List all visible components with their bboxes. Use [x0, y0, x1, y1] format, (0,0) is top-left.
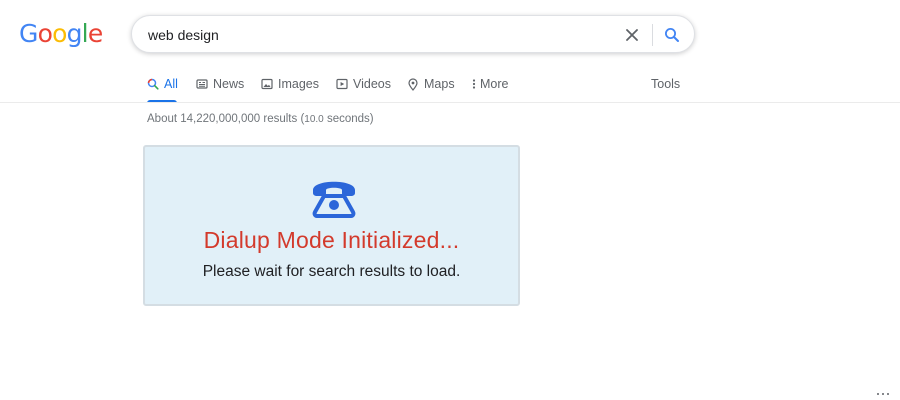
telephone-icon	[312, 181, 356, 218]
tab-label: Videos	[353, 77, 391, 91]
tab-label: Images	[278, 77, 319, 91]
tab-label: Maps	[424, 77, 455, 91]
search-time: 10.0	[304, 114, 324, 125]
tab-videos[interactable]: Videos	[336, 75, 391, 103]
search-box	[131, 15, 695, 53]
video-icon	[336, 78, 348, 90]
header-divider	[0, 102, 900, 103]
corner-dots	[877, 393, 889, 395]
search-icon	[665, 28, 679, 42]
result-stats: About 14,220,000,000 results (10.0 secon…	[147, 113, 374, 125]
tab-label: All	[164, 77, 178, 91]
tab-more[interactable]: More	[472, 75, 508, 103]
logo-letter: o	[37, 19, 53, 48]
tab-images[interactable]: Images	[261, 75, 319, 103]
notice-title: Dialup Mode Initialized...	[203, 227, 460, 253]
dialup-notice-card: Dialup Mode Initialized... Please wait f…	[143, 145, 520, 306]
tab-maps[interactable]: Maps	[407, 75, 455, 103]
search-icon	[147, 78, 159, 90]
images-icon	[261, 78, 273, 90]
search-input[interactable]	[148, 25, 598, 45]
notice-message: Please wait for search results to load.	[202, 263, 461, 280]
logo-letter: o	[52, 19, 67, 48]
map-pin-icon	[408, 78, 418, 91]
logo-letter: G	[19, 19, 38, 48]
close-icon	[626, 29, 638, 41]
result-stats-suffix: seconds)	[323, 113, 374, 125]
google-logo[interactable]: Google	[19, 19, 103, 48]
tab-all[interactable]: All	[147, 75, 178, 103]
search-divider	[652, 24, 653, 46]
tab-news[interactable]: News	[196, 75, 244, 103]
news-icon	[196, 79, 208, 89]
tab-label: More	[480, 77, 509, 91]
tab-label: News	[213, 77, 245, 91]
more-vertical-icon	[472, 79, 476, 89]
clear-search-button[interactable]	[621, 24, 643, 46]
search-button[interactable]	[661, 24, 683, 46]
logo-letter: g	[66, 19, 83, 48]
result-count: About 14,220,000,000 results (	[147, 113, 305, 125]
logo-letter: e	[87, 19, 103, 48]
tools-button[interactable]: Tools	[651, 77, 680, 91]
